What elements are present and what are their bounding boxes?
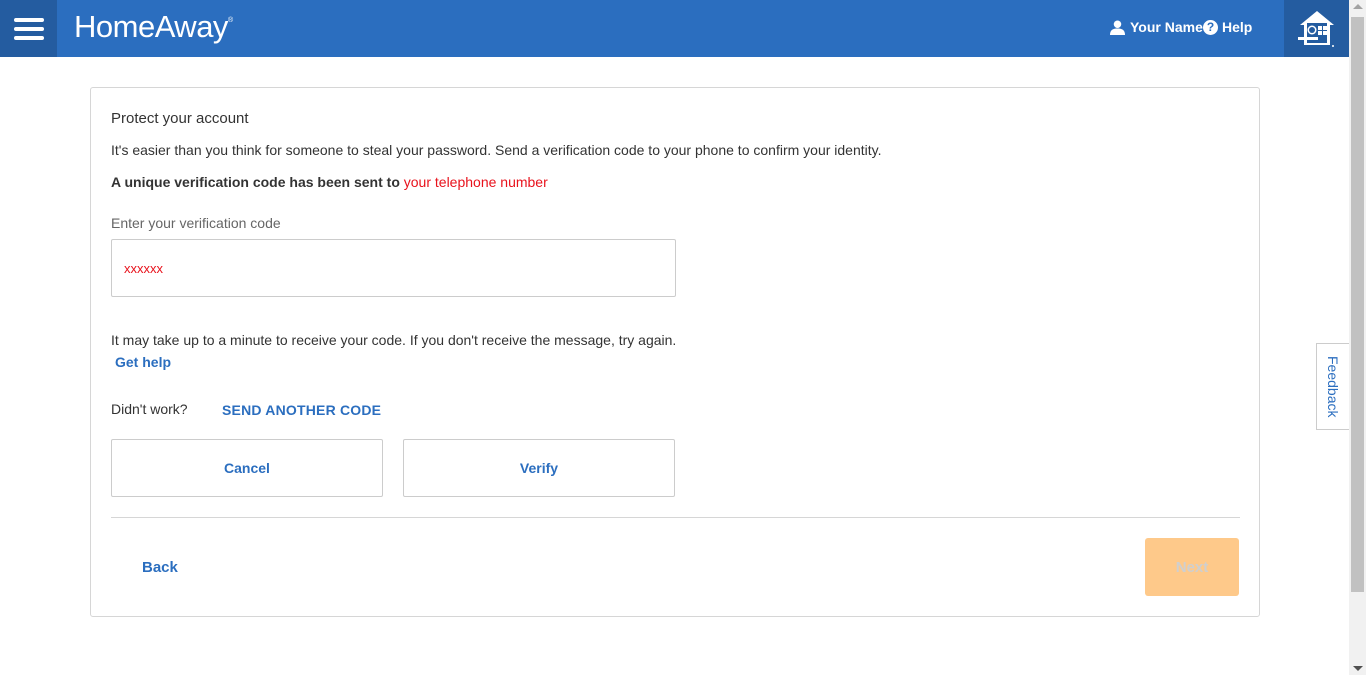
- cancel-button[interactable]: Cancel: [111, 439, 383, 497]
- scrollbar-thumb[interactable]: [1351, 17, 1364, 592]
- card-title: Protect your account: [111, 110, 249, 127]
- get-help-link[interactable]: Get help: [115, 354, 171, 370]
- didnt-work-label: Didn't work?: [111, 401, 188, 417]
- vertical-scrollbar[interactable]: [1349, 0, 1366, 675]
- back-link[interactable]: Back: [142, 559, 178, 576]
- send-another-code-link[interactable]: SEND ANOTHER CODE: [222, 402, 381, 418]
- verification-code-input[interactable]: [111, 239, 676, 297]
- next-button[interactable]: Next: [1145, 538, 1239, 596]
- card-description: It's easier than you think for someone t…: [111, 142, 882, 158]
- feedback-tab[interactable]: Feedback: [1316, 343, 1349, 430]
- top-header: HomeAway® Your Name ? Help: [0, 0, 1349, 57]
- divider: [111, 517, 1240, 518]
- hamburger-menu-icon-bar: [13, 17, 44, 22]
- help-circle-icon: ?: [1203, 19, 1218, 35]
- hamburger-menu-icon-bar: [13, 35, 44, 40]
- verification-card: Protect your account It's easier than yo…: [90, 87, 1260, 617]
- user-icon: [1110, 19, 1125, 35]
- code-sent-message: A unique verification code has been sent…: [111, 174, 548, 190]
- logo-registered-mark: ®: [227, 17, 233, 24]
- hamburger-menu-icon-bar: [13, 26, 44, 31]
- help-label: Help: [1222, 19, 1253, 35]
- homeaway-logo[interactable]: HomeAway®: [74, 9, 233, 45]
- verify-button[interactable]: Verify: [403, 439, 675, 497]
- code-sent-target: your telephone number: [403, 174, 548, 190]
- logo-text: HomeAway: [74, 9, 228, 44]
- birdhouse-logo-icon: [1297, 10, 1334, 47]
- code-sent-prefix: A unique verification code has been sent…: [111, 174, 404, 190]
- hamburger-menu-button[interactable]: [0, 0, 57, 57]
- scroll-down-arrow-icon[interactable]: [1353, 666, 1363, 671]
- delivery-note-text: It may take up to a minute to receive yo…: [111, 332, 677, 348]
- feedback-label: Feedback: [1325, 355, 1341, 418]
- help-link[interactable]: ? Help: [1203, 19, 1252, 35]
- user-menu-link[interactable]: Your Name: [1110, 19, 1203, 35]
- verification-code-label: Enter your verification code: [111, 215, 281, 231]
- brand-logo-button[interactable]: [1284, 0, 1349, 57]
- scroll-up-arrow-icon[interactable]: [1353, 4, 1363, 9]
- user-name-label: Your Name: [1130, 19, 1203, 35]
- delivery-note: It may take up to a minute to receive yo…: [111, 329, 681, 373]
